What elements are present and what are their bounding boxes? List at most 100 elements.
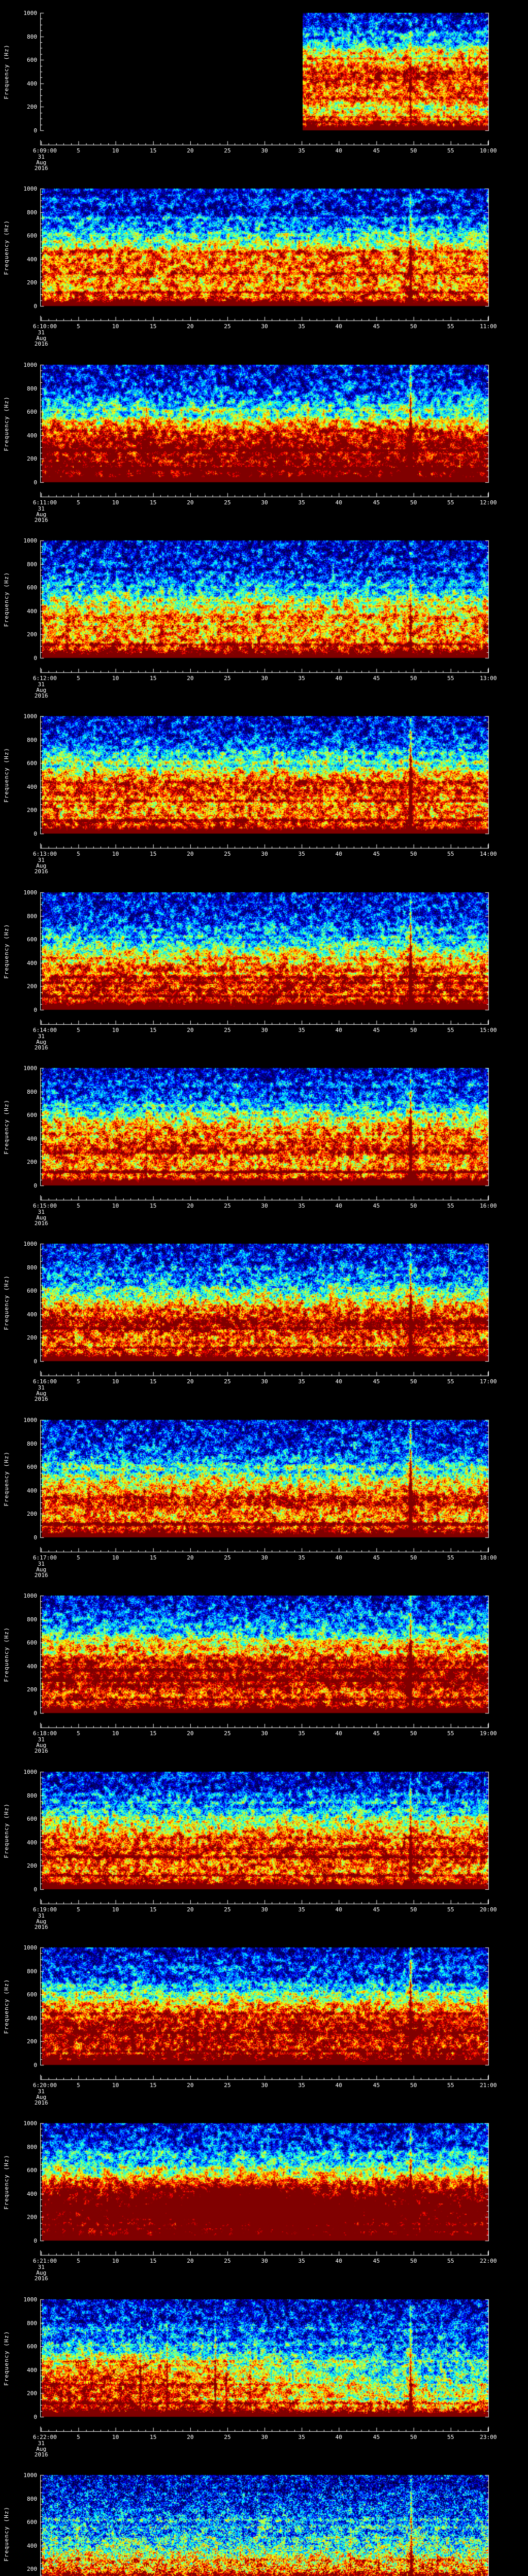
y-tick-label: 400 [27, 608, 37, 615]
y-axis-title: Frequency (Hz) [3, 44, 10, 99]
y-tick-label: 0 [34, 2414, 37, 2420]
y-axis-title: Frequency (Hz) [3, 219, 10, 275]
x-tick-label-minute: 30 [261, 1554, 268, 1561]
y-tick-label: 600 [27, 2519, 37, 2526]
y-tick-label: 200 [27, 455, 37, 462]
x-tick-label-minute: 10 [112, 323, 119, 330]
y-tick-label: 800 [27, 1089, 37, 1095]
x-tick-label-minute: 15 [150, 147, 157, 154]
x-tick-label-minute: 5 [76, 147, 80, 154]
x-tick-label-start: 6:17:00 [32, 1554, 57, 1561]
y-tick-label: 400 [27, 2191, 37, 2197]
y-tick-label: 800 [27, 209, 37, 216]
x-tick-label-minute: 20 [187, 851, 194, 857]
x-tick-label-minute: 45 [373, 323, 380, 330]
x-tick-label-end: 13:00 [480, 675, 497, 682]
y-axis-title-wrap: Frequency (Hz) [2, 716, 10, 834]
x-tick-label-minute: 10 [112, 147, 119, 154]
y-tick-label: 0 [34, 2238, 37, 2244]
y-tick-label: 200 [27, 1862, 37, 1869]
y-axis-title-wrap: Frequency (Hz) [2, 2123, 10, 2241]
x-tick-label-minute: 35 [298, 1027, 305, 1033]
x-tick-label-minute: 30 [261, 323, 268, 330]
x-tick-label-minute: 10 [112, 1378, 119, 1385]
x-tick-label-minute: 5 [76, 675, 80, 682]
x-tick-label-minute: 35 [298, 2434, 305, 2441]
x-tick-label-minute: 35 [298, 1554, 305, 1561]
x-tick-label-end: 12:00 [480, 499, 497, 506]
x-tick-label-minute: 55 [447, 2258, 454, 2264]
y-axis-title-wrap: Frequency (Hz) [2, 892, 10, 1010]
x-tick-label-minute: 20 [187, 1906, 194, 1913]
x-tick-label-minute: 30 [261, 1202, 268, 1209]
y-tick-label: 1000 [23, 2120, 38, 2127]
y-tick-label: 200 [27, 1511, 37, 1517]
y-tick-label: 800 [27, 2496, 37, 2502]
x-tick-label-minute: 45 [373, 851, 380, 857]
x-tick-label-minute: 25 [224, 1378, 231, 1385]
x-tick-label-minute: 40 [335, 1202, 342, 1209]
x-tick-label-minute: 20 [187, 2434, 194, 2441]
y-tick-label: 400 [27, 1136, 37, 1142]
y-tick-label: 400 [27, 960, 37, 967]
x-tick-label-minute: 10 [112, 2258, 119, 2264]
x-tick-label-minute: 10 [112, 1554, 119, 1561]
x-tick-label-minute: 5 [76, 1730, 80, 1737]
y-tick-label: 600 [27, 760, 37, 767]
y-tick-label: 0 [34, 127, 37, 134]
x-tick-label-minute: 40 [335, 2082, 342, 2089]
x-tick-label-minute: 5 [76, 1027, 80, 1033]
x-tick-label-minute: 45 [373, 1730, 380, 1737]
y-tick-label: 200 [27, 2566, 37, 2572]
x-tick-label-end: 15:00 [480, 1027, 497, 1033]
y-tick-label: 200 [27, 631, 37, 638]
spectrogram-canvas [0, 2462, 528, 2576]
x-tick-label-minute: 10 [112, 1027, 119, 1033]
y-tick-label: 800 [27, 2144, 37, 2150]
spectrogram-panel-1: Frequency (Hz) 0 200 400 600 800 1000 6:09:00 5… [0, 0, 528, 176]
y-tick-label: 0 [34, 479, 37, 486]
x-tick-label-minute: 25 [224, 1027, 231, 1033]
y-tick-label: 200 [27, 104, 37, 110]
x-tick-label-minute: 50 [410, 1202, 417, 1209]
x-tick-label-minute: 20 [187, 1730, 194, 1737]
x-tick-label-start: 6:19:00 [32, 1906, 57, 1913]
y-tick-label: 1000 [23, 537, 38, 544]
date-line: 2016 [34, 1748, 48, 1754]
x-tick-label-minute: 15 [150, 2434, 157, 2441]
y-tick-label: 0 [34, 1886, 37, 1893]
x-tick-label-end: 14:00 [480, 851, 497, 857]
x-tick-label-minute: 35 [298, 1378, 305, 1385]
y-tick-label: 800 [27, 2320, 37, 2327]
x-tick-label-minute: 25 [224, 2258, 231, 2264]
x-tick-label-minute: 25 [224, 323, 231, 330]
y-tick-label: 1000 [23, 1769, 38, 1775]
y-axis-title: Frequency (Hz) [3, 2154, 10, 2210]
x-tick-label-end: 11:00 [480, 323, 497, 330]
x-tick-label-minute: 50 [410, 851, 417, 857]
y-axis-title-wrap: Frequency (Hz) [2, 189, 10, 306]
spectrogram-panel-7: Frequency (Hz) 0 200 400 600 800 1000 6:15:00 5… [0, 1055, 528, 1231]
y-axis-title-wrap: Frequency (Hz) [2, 1244, 10, 1361]
y-tick-label: 200 [27, 1159, 37, 1165]
x-tick-label-minute: 5 [76, 2258, 80, 2264]
y-tick-label: 1000 [23, 1944, 38, 1951]
y-axis-title: Frequency (Hz) [3, 571, 10, 627]
y-tick-label: 1000 [23, 10, 38, 16]
x-tick-label-minute: 10 [112, 1202, 119, 1209]
x-tick-label-minute: 45 [373, 499, 380, 506]
y-tick-label: 400 [27, 2367, 37, 2374]
x-tick-label-minute: 55 [447, 323, 454, 330]
y-axis-title-wrap: Frequency (Hz) [2, 540, 10, 658]
x-tick-label-minute: 15 [150, 675, 157, 682]
y-tick-label: 600 [27, 57, 37, 63]
y-axis-title: Frequency (Hz) [3, 1099, 10, 1155]
x-tick-label-minute: 5 [76, 1906, 80, 1913]
x-tick-label-minute: 25 [224, 675, 231, 682]
date-line: 2016 [34, 1924, 48, 1930]
y-tick-label: 1000 [23, 1592, 38, 1599]
y-tick-label: 400 [27, 1663, 37, 1670]
x-tick-label-minute: 30 [261, 1906, 268, 1913]
x-tick-label-end: 17:00 [480, 1378, 497, 1385]
x-tick-label-minute: 35 [298, 323, 305, 330]
